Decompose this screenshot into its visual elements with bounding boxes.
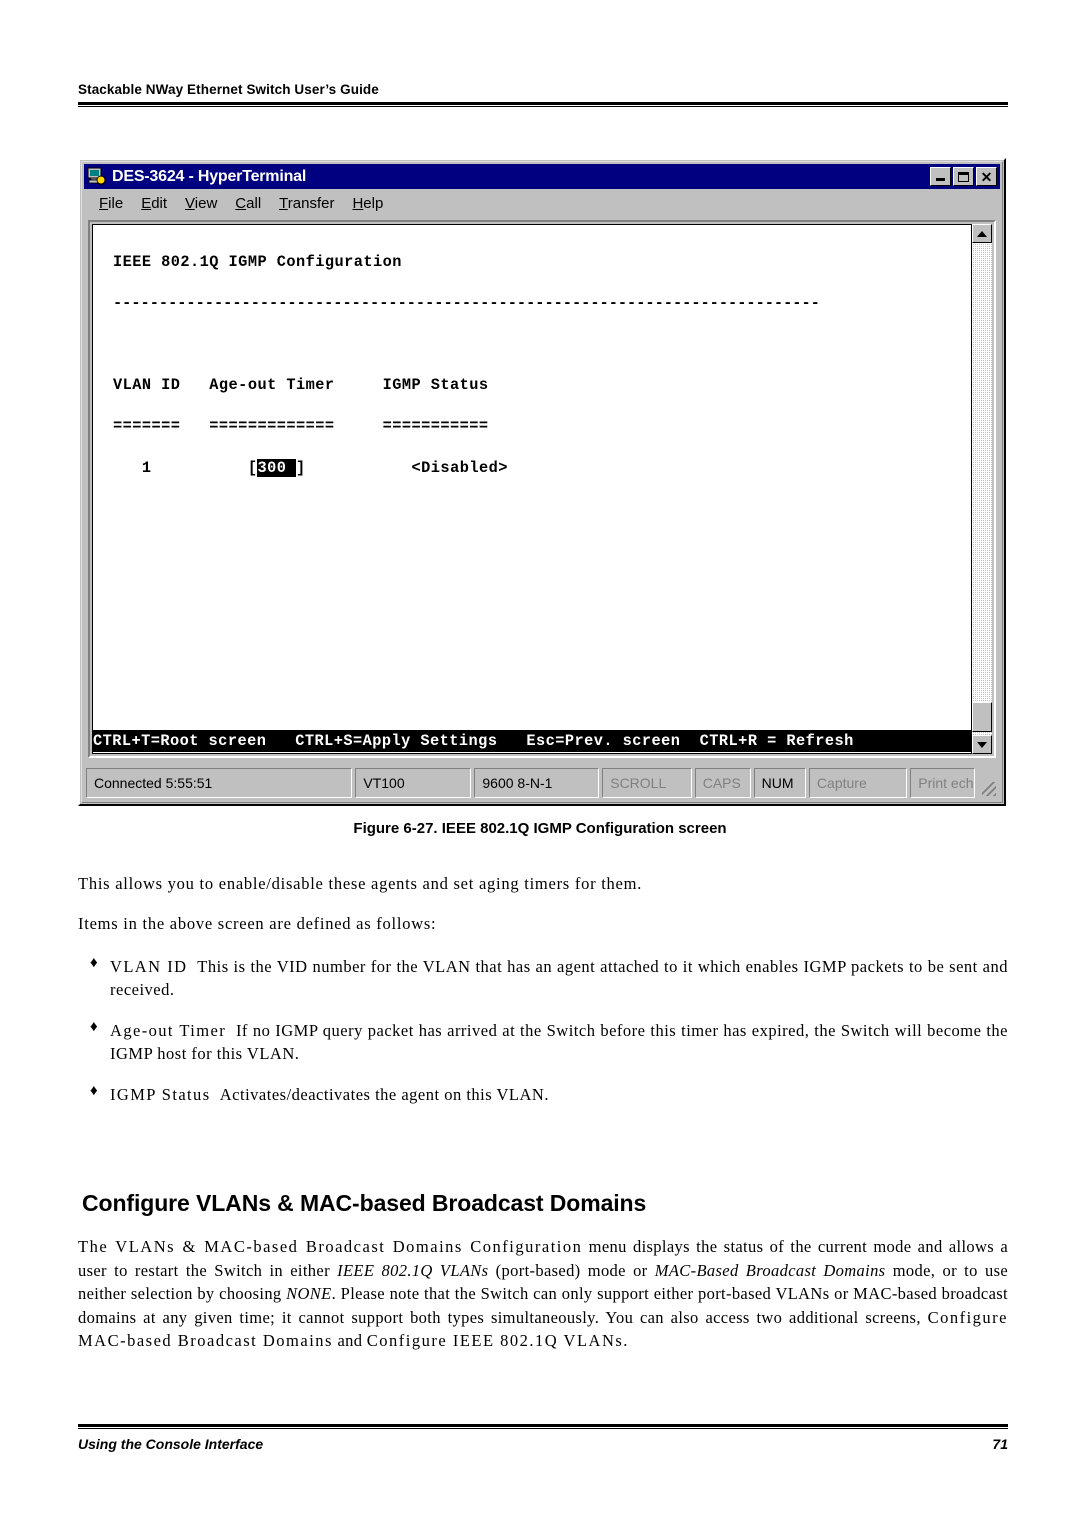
paragraph-intro-2: Items in the above screen are defined as… [78,914,437,933]
terminal-screen[interactable]: IEEE 802.1Q IGMP Configuration ---------… [92,224,972,754]
menu-item-file[interactable]: File [90,194,132,214]
running-header: Stackable NWay Ethernet Switch User’s Gu… [78,82,1008,107]
close-button[interactable]: ✕ [976,167,997,186]
status-scroll: SCROLL [602,768,692,798]
para-em-1: IEEE 802.1Q VLANs [337,1260,489,1280]
list-item-body: VLAN ID This is the VID number for the V… [110,955,1008,1001]
header-rule-thin [78,106,1008,107]
maximize-icon [958,171,969,182]
list-item: ♦ IGMP Status Activates/deactivates the … [78,1083,1008,1106]
bullet-marker: ♦ [90,955,98,971]
para-part-1: The VLANs & MAC-based Broadcast Domains … [78,1237,583,1256]
status-connected: Connected 5:55:51 [86,768,353,798]
scroll-up-button[interactable] [972,224,992,243]
definition-list: ♦ VLAN ID This is the VID number for the… [78,955,1008,1124]
menu-item-edit[interactable]: Edit [132,194,176,214]
menu-item-call[interactable]: Call [226,194,270,214]
scrollbar-thumb[interactable] [972,702,992,732]
status-print-echo: Print echo [910,768,976,798]
list-item-text: If no IGMP query packet has arrived at t… [110,1021,1009,1063]
terminal-blank-4 [113,581,971,602]
para-part-4: (port-based) mode or [488,1260,655,1280]
window-title-bar[interactable]: DES-3624 - HyperTerminal ✕ [84,164,1000,189]
terminal-status-bar: Connected 5:55:51 VT100 9600 8-N-1 SCROL… [86,768,998,798]
para-em-3: NONE [286,1284,332,1303]
footer-rule-thick [78,1424,1008,1427]
footer-left-text: Using the Console Interface [78,1436,264,1452]
resize-grip-icon[interactable] [978,768,998,798]
footer-row: Using the Console Interface 71 [78,1429,1008,1452]
terminal-column-headers: VLAN ID Age-out Timer IGMP Status [113,376,489,395]
window-controls: ✕ [930,167,997,186]
hyperterminal-icon [87,167,107,186]
maximize-button[interactable] [953,167,974,186]
para-part-12: . [623,1331,628,1350]
list-item-text: This is the VID number for the VLAN that… [110,957,1009,999]
list-item-text: Activates/deactivates the agent on this … [219,1085,549,1104]
bullet-marker: ♦ [90,1083,98,1099]
status-capture: Capture [808,768,908,798]
menu-item-view[interactable]: View [176,194,226,214]
status-num: NUM [753,768,806,798]
terminal-text: IEEE 802.1Q IGMP Configuration ---------… [93,225,971,753]
igmp-status-value[interactable]: <Disabled> [412,459,508,477]
header-rule-thick [78,102,1008,105]
terminal-client-area: IEEE 802.1Q IGMP Configuration ---------… [88,220,996,758]
running-header-text: Stackable NWay Ethernet Switch User’s Gu… [78,82,379,97]
list-item: ♦ VLAN ID This is the VID number for the… [78,955,1008,1001]
menu-bar: File Edit View Call Transfer Help [84,191,1000,217]
list-item-body: IGMP Status Activates/deactivates the ag… [110,1083,1008,1106]
document-footer: Using the Console Interface 71 [78,1424,1008,1452]
terminal-blank-6 [113,663,971,684]
list-item-body: Age-out Timer If no IGMP query packet ha… [110,1019,1008,1065]
document-page: Stackable NWay Ethernet Switch User’s Gu… [0,0,1080,1528]
list-item-term: Age-out Timer [110,1021,227,1040]
section-paragraph: The VLANs & MAC-based Broadcast Domains … [78,1235,1008,1353]
terminal-data-row: 1 [300 ] <Disabled> [113,458,971,479]
terminal-blank-7 [113,705,971,726]
terminal-divider: ----------------------------------------… [113,293,820,312]
terminal-blank-1 [113,334,971,355]
footer-page-number: 71 [992,1436,1008,1452]
row-vlan-id-cell: 1 [ [113,458,258,477]
terminal-column-underline: ======= ============= =========== [113,417,489,436]
age-out-timer-field[interactable]: 300 [257,458,296,477]
status-line-settings: 9600 8-N-1 [474,768,600,798]
section-heading: Configure VLANs & MAC-based Broadcast Do… [82,1190,647,1216]
scroll-up-icon [977,230,987,237]
para-part-10: and [332,1331,367,1350]
hyperterminal-window: DES-3624 - HyperTerminal ✕ File Edit Vie… [78,158,1006,806]
terminal-title-line: IEEE 802.1Q IGMP Configuration [113,252,402,271]
bullet-marker: ♦ [90,1019,98,1035]
row-mid-gap: ] [295,458,412,477]
list-item-term: IGMP Status [110,1085,211,1104]
close-icon: ✕ [980,168,993,185]
menu-item-transfer[interactable]: Transfer [270,194,343,214]
terminal-blank-3 [113,540,971,561]
minimize-icon [936,178,945,181]
figure-caption: Figure 6-27. IEEE 802.1Q IGMP Configurat… [353,820,727,837]
scroll-down-icon [977,741,987,748]
window-title-text: DES-3624 - HyperTerminal [112,167,307,185]
para-em-2: MAC-Based Broadcast Domains [654,1260,886,1280]
terminal-blank-2 [113,499,971,520]
paragraph-intro-1: This allows you to enable/disable these … [78,874,643,893]
menu-item-help[interactable]: Help [343,194,392,214]
status-emulation: VT100 [355,768,472,798]
minimize-button[interactable] [930,167,951,186]
list-item-term: VLAN ID [110,957,188,976]
list-item: ♦ Age-out Timer If no IGMP query packet … [78,1019,1008,1065]
para-part-11: Configure IEEE 802.1Q VLANs [366,1331,624,1350]
scroll-down-button[interactable] [972,735,992,754]
status-caps: CAPS [694,768,751,798]
terminal-blank-5 [113,622,971,643]
terminal-key-bar: CTRL+T=Root screen CTRL+S=Apply Settings… [93,730,971,752]
vertical-scrollbar[interactable] [972,224,992,754]
